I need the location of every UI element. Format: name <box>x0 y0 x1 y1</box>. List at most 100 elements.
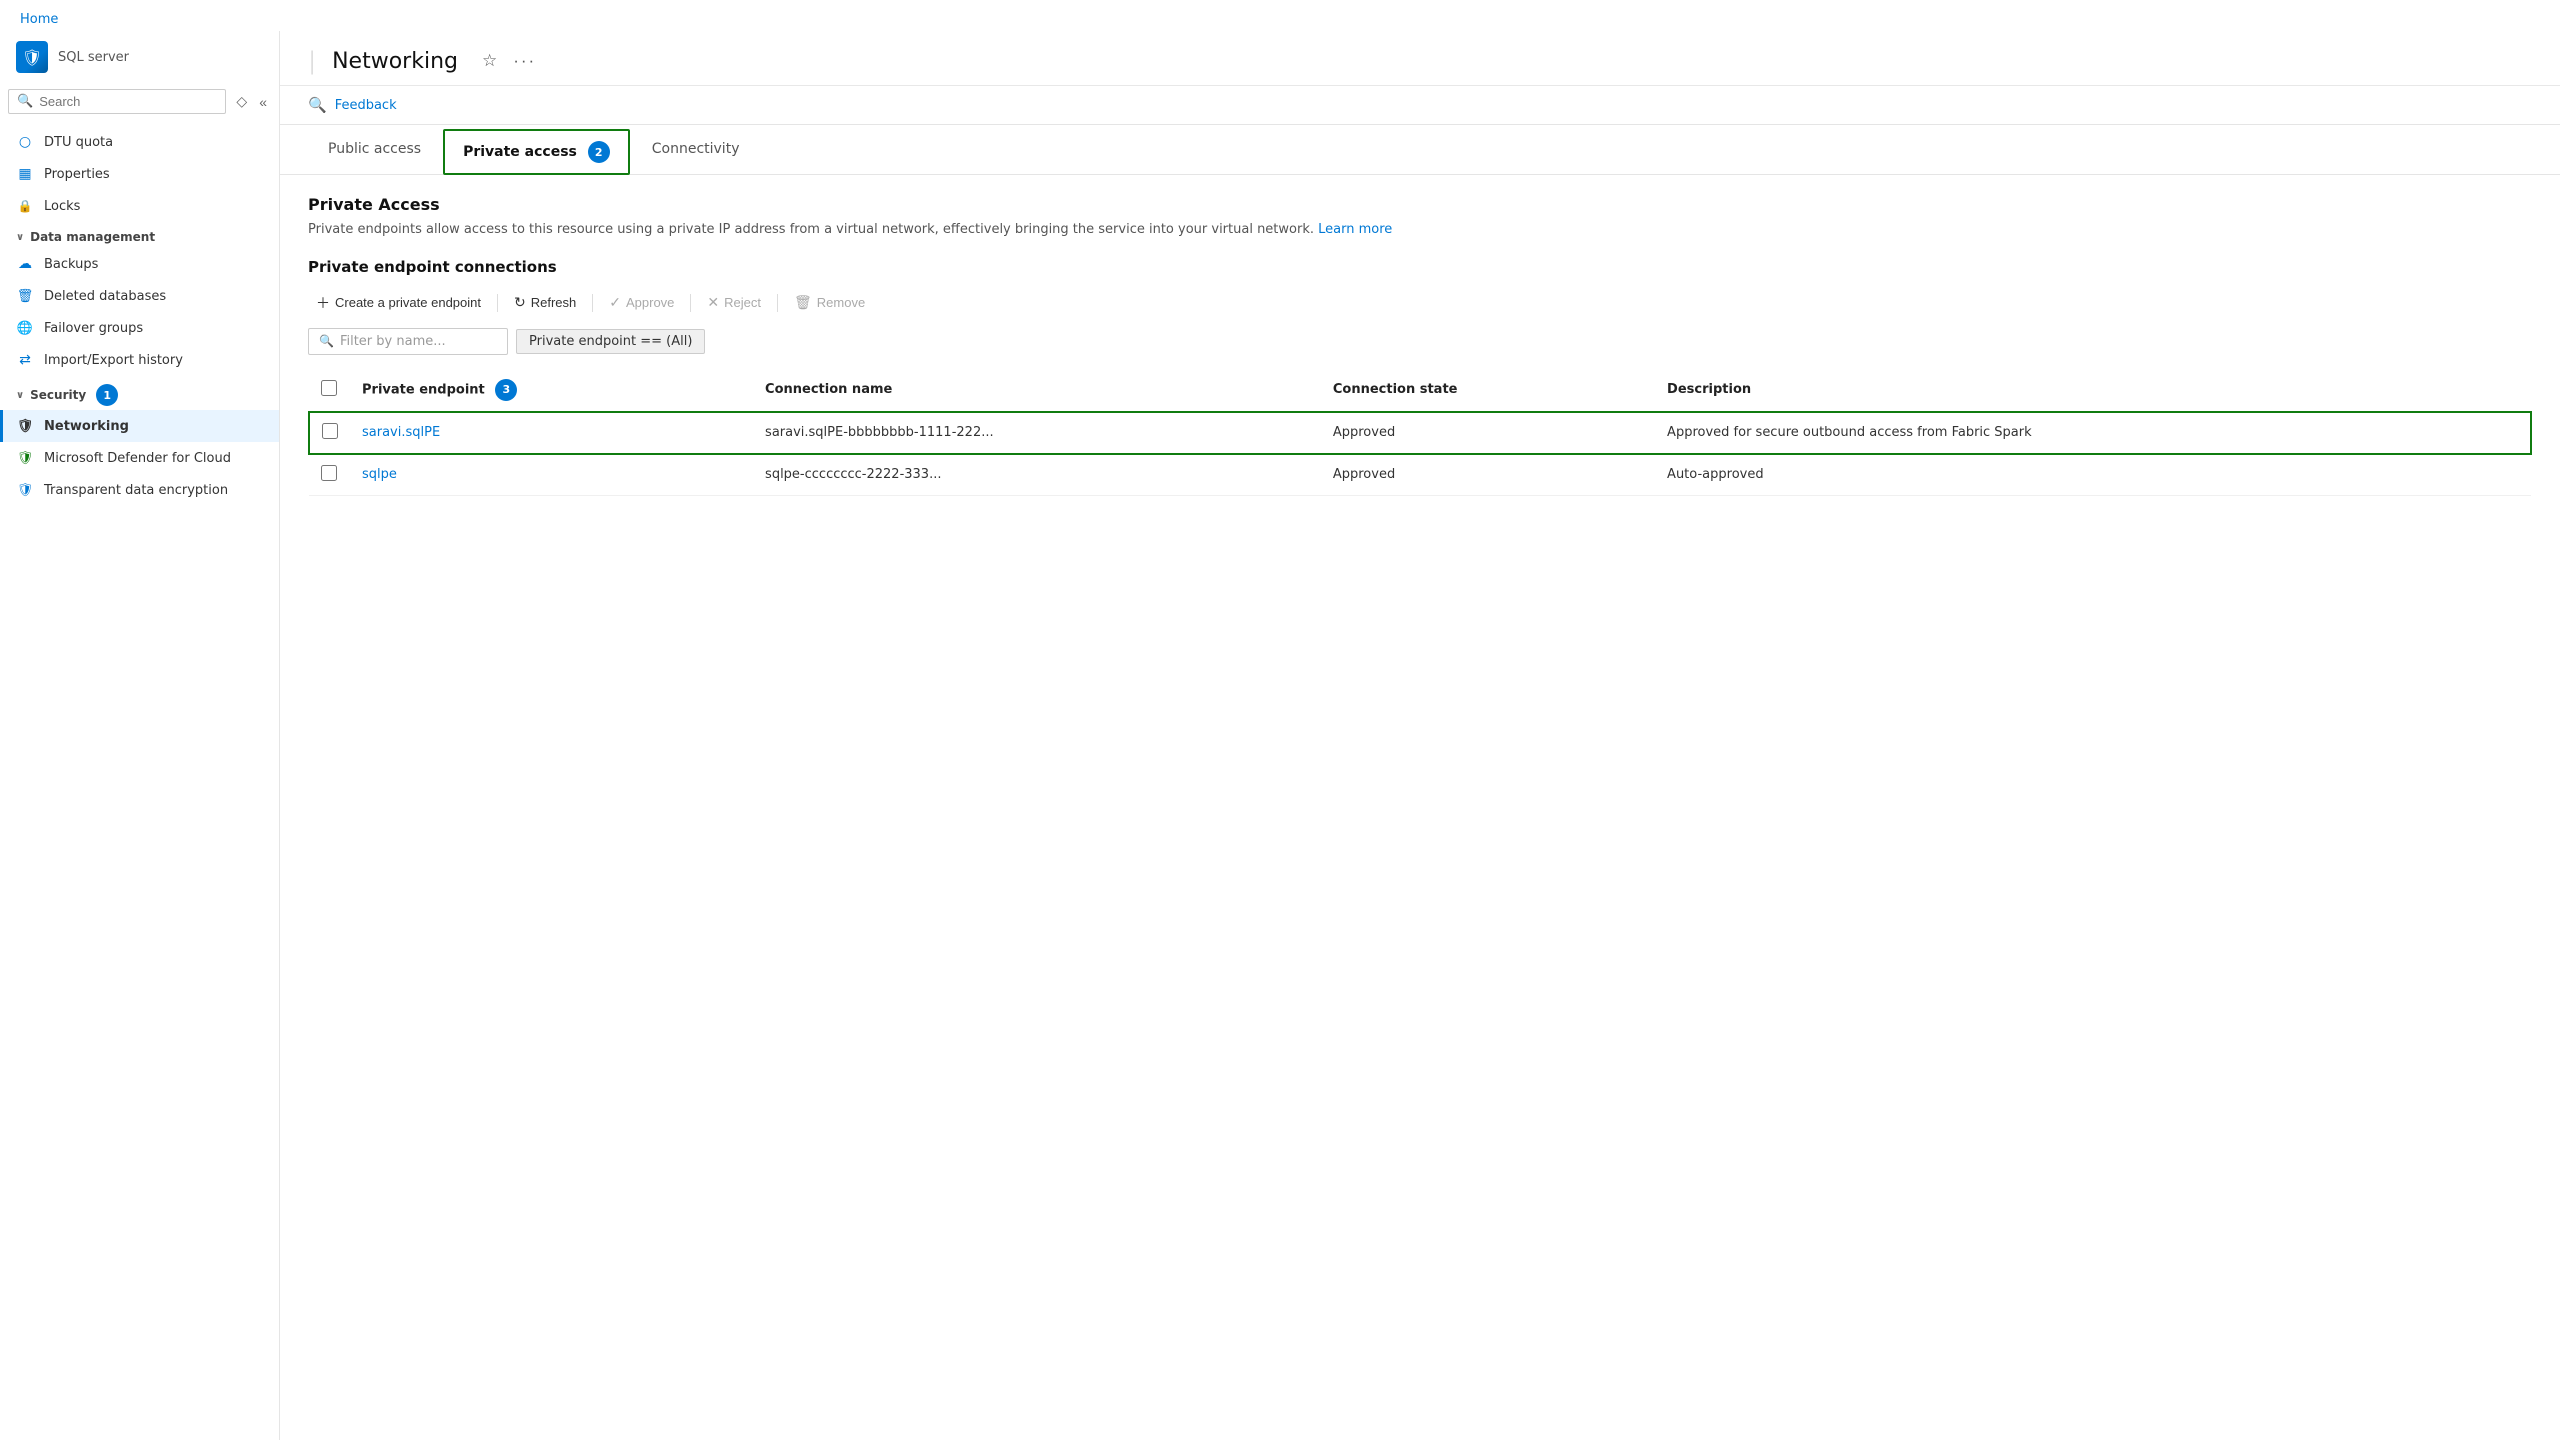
sidebar-item-transparent-data-label: Transparent data encryption <box>44 483 228 498</box>
learn-more-link[interactable]: Learn more <box>1318 222 1392 237</box>
row-2-private-endpoint[interactable]: sqlpe <box>350 454 753 496</box>
feedback-icon: 🔍 <box>308 96 327 114</box>
sidebar-item-networking-label: Networking <box>44 419 129 434</box>
approve-label: Approve <box>626 295 674 310</box>
section-header-data-management[interactable]: ∨ Data management <box>0 222 279 248</box>
row-1-checkbox[interactable] <box>322 423 338 439</box>
feedback-bar[interactable]: 🔍 Feedback <box>280 86 2560 125</box>
home-link[interactable]: Home <box>0 0 2560 31</box>
collapse-button[interactable]: « <box>255 91 271 112</box>
row-2-checkbox-cell[interactable] <box>309 454 350 496</box>
favorite-button[interactable]: ☆ <box>478 47 501 75</box>
select-all-checkbox[interactable] <box>321 380 337 396</box>
page-header: | Networking ☆ ··· <box>280 31 2560 86</box>
tab-private-access-label: Private access <box>463 144 577 160</box>
defender-icon: 🛡 <box>16 449 34 467</box>
sidebar-item-import-export-label: Import/Export history <box>44 353 183 368</box>
failover-icon: 🌐 <box>16 319 34 337</box>
toolbar-divider-2 <box>592 294 593 312</box>
search-box[interactable]: 🔍 <box>8 89 226 114</box>
reject-icon: ✕ <box>707 294 719 311</box>
dtu-quota-icon: ○ <box>16 133 34 151</box>
row-2-checkbox[interactable] <box>321 465 337 481</box>
tab-private-access[interactable]: Private access 2 <box>443 129 630 175</box>
step-badge-2: 2 <box>588 141 610 163</box>
filter-button[interactable]: ◇ <box>232 91 251 112</box>
approve-button[interactable]: ✓ Approve <box>601 289 682 316</box>
filter-tag[interactable]: Private endpoint == (All) <box>516 329 705 354</box>
sidebar-item-deleted-databases-label: Deleted databases <box>44 289 166 304</box>
deleted-databases-icon: 🗑 <box>16 287 34 305</box>
sidebar: 🛡 SQL server 🔍 ◇ « ○ DTU quota <box>0 31 280 1440</box>
approve-icon: ✓ <box>609 294 621 311</box>
import-export-icon: ⇄ <box>16 351 34 369</box>
chevron-down-icon: ∨ <box>16 232 24 243</box>
section-header-security[interactable]: ∨ Security 1 <box>0 376 279 410</box>
sidebar-item-dtu-quota[interactable]: ○ DTU quota <box>0 126 279 158</box>
sidebar-item-defender[interactable]: 🛡 Microsoft Defender for Cloud <box>0 442 279 474</box>
toolbar-divider-3 <box>690 294 691 312</box>
sidebar-item-transparent-data[interactable]: 🛡 Transparent data encryption <box>0 474 279 506</box>
feedback-label: Feedback <box>335 98 397 113</box>
sidebar-item-dtu-quota-label: DTU quota <box>44 135 113 150</box>
sidebar-item-properties-label: Properties <box>44 167 110 182</box>
sidebar-item-import-export[interactable]: ⇄ Import/Export history <box>0 344 279 376</box>
row-1-connection-state: Approved <box>1321 412 1655 454</box>
section-title-private-access: Private Access <box>308 195 2532 214</box>
search-input[interactable] <box>39 94 217 109</box>
sidebar-item-failover-groups-label: Failover groups <box>44 321 143 336</box>
filter-search-icon: 🔍 <box>319 334 334 348</box>
sidebar-collapse-buttons: ◇ « <box>232 91 271 112</box>
tab-connectivity[interactable]: Connectivity <box>632 129 760 171</box>
sidebar-item-failover-groups[interactable]: 🌐 Failover groups <box>0 312 279 344</box>
create-endpoint-button[interactable]: ＋ Create a private endpoint <box>308 288 489 318</box>
subsection-title-connections: Private endpoint connections <box>308 258 2532 276</box>
row-1-checkbox-cell[interactable] <box>309 412 350 454</box>
column-header-private-endpoint[interactable]: Private endpoint 3 <box>350 369 753 412</box>
sidebar-item-locks[interactable]: 🔒 Locks <box>0 190 279 222</box>
column-header-connection-state: Connection state <box>1321 369 1655 412</box>
remove-label: Remove <box>817 295 865 310</box>
filter-row: 🔍 Filter by name... Private endpoint == … <box>308 328 2532 355</box>
column-header-connection-name: Connection name <box>753 369 1321 412</box>
page-body: Private Access Private endpoints allow a… <box>280 175 2560 516</box>
column-header-description: Description <box>1655 369 2531 412</box>
header-actions: ☆ ··· <box>478 47 540 75</box>
row-1-private-endpoint[interactable]: saravi.sqlPE <box>350 412 753 454</box>
select-all-header[interactable] <box>309 369 350 412</box>
search-icon: 🔍 <box>17 94 33 109</box>
page-title: Networking <box>332 49 458 74</box>
toolbar-divider-1 <box>497 294 498 312</box>
create-endpoint-label: Create a private endpoint <box>335 295 481 310</box>
toolbar-divider-4 <box>777 294 778 312</box>
remove-button[interactable]: 🗑 Remove <box>786 289 873 316</box>
table-row: saravi.sqlPE saravi.sqlPE-bbbbbbbb-1111-… <box>309 412 2531 454</box>
more-options-button[interactable]: ··· <box>509 47 540 75</box>
sidebar-item-deleted-databases[interactable]: 🗑 Deleted databases <box>0 280 279 312</box>
sidebar-item-locks-label: Locks <box>44 199 80 214</box>
sidebar-item-backups[interactable]: ☁ Backups <box>0 248 279 280</box>
sidebar-item-networking[interactable]: 🛡 Networking <box>0 410 279 442</box>
row-2-endpoint-link[interactable]: sqlpe <box>362 467 397 482</box>
sidebar-item-defender-label: Microsoft Defender for Cloud <box>44 451 231 466</box>
tabs-container: Public access Private access 2 Connectiv… <box>280 125 2560 175</box>
refresh-button[interactable]: ↻ Refresh <box>506 289 584 316</box>
refresh-label: Refresh <box>531 295 577 310</box>
filter-input-container[interactable]: 🔍 Filter by name... <box>308 328 508 355</box>
tab-public-access[interactable]: Public access <box>308 129 441 171</box>
locks-icon: 🔒 <box>16 197 34 215</box>
sql-server-icon: 🛡 <box>16 41 48 73</box>
table-row: sqlpe sqlpe-cccccccc-2222-333... Approve… <box>309 454 2531 496</box>
title-divider: | <box>308 47 316 75</box>
app-container: Home 🛡 SQL server 🔍 ◇ « <box>0 0 2560 1440</box>
endpoints-table: Private endpoint 3 Connection name Conne… <box>308 369 2532 496</box>
row-1-endpoint-link[interactable]: saravi.sqlPE <box>362 425 440 440</box>
sidebar-item-properties[interactable]: ▦ Properties <box>0 158 279 190</box>
row-1-description: Approved for secure outbound access from… <box>1655 412 2531 454</box>
table-toolbar: ＋ Create a private endpoint ↻ Refresh ✓ … <box>308 288 2532 318</box>
main-layout: 🛡 SQL server 🔍 ◇ « ○ DTU quota <box>0 31 2560 1440</box>
reject-button[interactable]: ✕ Reject <box>699 289 769 316</box>
row-1-connection-name: saravi.sqlPE-bbbbbbbb-1111-222... <box>753 412 1321 454</box>
properties-icon: ▦ <box>16 165 34 183</box>
chevron-down-security-icon: ∨ <box>16 390 24 401</box>
